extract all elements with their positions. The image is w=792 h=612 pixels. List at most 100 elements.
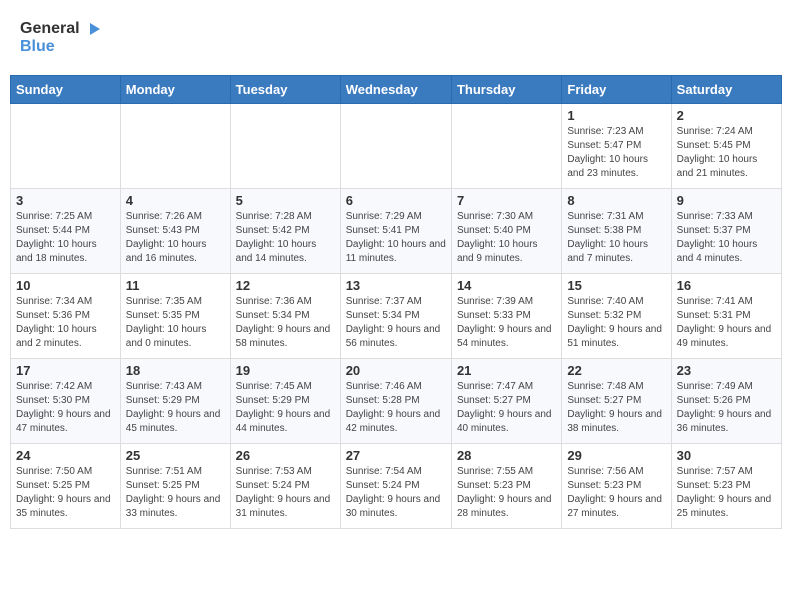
day-info: Sunrise: 7:43 AM Sunset: 5:29 PM Dayligh… [126,380,225,436]
day-info: Sunrise: 7:41 AM Sunset: 5:31 PM Dayligh… [677,295,776,351]
day-number: 28 [457,448,556,463]
calendar-cell: 25 Sunrise: 7:51 AM Sunset: 5:25 PM Dayli… [120,444,230,529]
day-number: 7 [457,193,556,208]
logo: GeneralBlue [20,15,100,60]
calendar-cell: 19 Sunrise: 7:45 AM Sunset: 5:29 PM Dayli… [230,359,340,444]
week-row-3: 10 Sunrise: 7:34 AM Sunset: 5:36 PM Dayli… [11,274,782,359]
day-info: Sunrise: 7:34 AM Sunset: 5:36 PM Dayligh… [16,295,115,351]
day-number: 27 [346,448,446,463]
day-number: 3 [16,193,115,208]
calendar-cell: 22 Sunrise: 7:48 AM Sunset: 5:27 PM Dayli… [562,359,671,444]
day-number: 6 [346,193,446,208]
day-number: 24 [16,448,115,463]
day-number: 22 [567,363,665,378]
day-number: 30 [677,448,776,463]
day-number: 26 [236,448,335,463]
weekday-header-sunday: Sunday [11,76,121,104]
day-number: 21 [457,363,556,378]
day-number: 12 [236,278,335,293]
calendar-cell: 24 Sunrise: 7:50 AM Sunset: 5:25 PM Dayli… [11,444,121,529]
calendar-cell [451,104,561,189]
day-info: Sunrise: 7:23 AM Sunset: 5:47 PM Dayligh… [567,125,665,181]
calendar-cell [120,104,230,189]
calendar-cell: 6 Sunrise: 7:29 AM Sunset: 5:41 PM Daylig… [340,189,451,274]
calendar-cell: 15 Sunrise: 7:40 AM Sunset: 5:32 PM Dayli… [562,274,671,359]
calendar-cell: 30 Sunrise: 7:57 AM Sunset: 5:23 PM Dayli… [671,444,781,529]
weekday-header-friday: Friday [562,76,671,104]
calendar-cell: 12 Sunrise: 7:36 AM Sunset: 5:34 PM Dayli… [230,274,340,359]
calendar-cell: 20 Sunrise: 7:46 AM Sunset: 5:28 PM Dayli… [340,359,451,444]
day-number: 19 [236,363,335,378]
svg-text:Blue: Blue [20,38,55,55]
day-info: Sunrise: 7:55 AM Sunset: 5:23 PM Dayligh… [457,465,556,521]
day-info: Sunrise: 7:39 AM Sunset: 5:33 PM Dayligh… [457,295,556,351]
page-header: GeneralBlue [10,10,782,65]
day-info: Sunrise: 7:51 AM Sunset: 5:25 PM Dayligh… [126,465,225,521]
day-number: 15 [567,278,665,293]
day-info: Sunrise: 7:28 AM Sunset: 5:42 PM Dayligh… [236,210,335,266]
weekday-header-monday: Monday [120,76,230,104]
day-number: 2 [677,108,776,123]
day-info: Sunrise: 7:50 AM Sunset: 5:25 PM Dayligh… [16,465,115,521]
day-info: Sunrise: 7:57 AM Sunset: 5:23 PM Dayligh… [677,465,776,521]
day-info: Sunrise: 7:31 AM Sunset: 5:38 PM Dayligh… [567,210,665,266]
week-row-4: 17 Sunrise: 7:42 AM Sunset: 5:30 PM Dayli… [11,359,782,444]
calendar-cell: 3 Sunrise: 7:25 AM Sunset: 5:44 PM Daylig… [11,189,121,274]
day-info: Sunrise: 7:45 AM Sunset: 5:29 PM Dayligh… [236,380,335,436]
calendar: SundayMondayTuesdayWednesdayThursdayFrid… [10,75,782,529]
day-info: Sunrise: 7:26 AM Sunset: 5:43 PM Dayligh… [126,210,225,266]
calendar-cell: 11 Sunrise: 7:35 AM Sunset: 5:35 PM Dayli… [120,274,230,359]
calendar-cell: 2Sunrise: 7:24 AM Sunset: 5:45 PM Daylig… [671,104,781,189]
weekday-header-wednesday: Wednesday [340,76,451,104]
calendar-cell: 26 Sunrise: 7:53 AM Sunset: 5:24 PM Dayli… [230,444,340,529]
day-number: 17 [16,363,115,378]
day-info: Sunrise: 7:53 AM Sunset: 5:24 PM Dayligh… [236,465,335,521]
day-info: Sunrise: 7:42 AM Sunset: 5:30 PM Dayligh… [16,380,115,436]
week-row-5: 24 Sunrise: 7:50 AM Sunset: 5:25 PM Dayli… [11,444,782,529]
calendar-cell [230,104,340,189]
weekday-header-thursday: Thursday [451,76,561,104]
week-row-1: 1Sunrise: 7:23 AM Sunset: 5:47 PM Daylig… [11,104,782,189]
day-info: Sunrise: 7:40 AM Sunset: 5:32 PM Dayligh… [567,295,665,351]
day-info: Sunrise: 7:25 AM Sunset: 5:44 PM Dayligh… [16,210,115,266]
weekday-header-row: SundayMondayTuesdayWednesdayThursdayFrid… [11,76,782,104]
day-info: Sunrise: 7:30 AM Sunset: 5:40 PM Dayligh… [457,210,556,266]
day-number: 8 [567,193,665,208]
calendar-cell: 18 Sunrise: 7:43 AM Sunset: 5:29 PM Dayli… [120,359,230,444]
calendar-cell: 5 Sunrise: 7:28 AM Sunset: 5:42 PM Daylig… [230,189,340,274]
calendar-cell: 13Sunrise: 7:37 AM Sunset: 5:34 PM Dayli… [340,274,451,359]
calendar-cell: 16 Sunrise: 7:41 AM Sunset: 5:31 PM Dayli… [671,274,781,359]
day-number: 16 [677,278,776,293]
weekday-header-saturday: Saturday [671,76,781,104]
day-info: Sunrise: 7:46 AM Sunset: 5:28 PM Dayligh… [346,380,446,436]
day-info: Sunrise: 7:49 AM Sunset: 5:26 PM Dayligh… [677,380,776,436]
day-number: 18 [126,363,225,378]
day-number: 10 [16,278,115,293]
calendar-cell: 8 Sunrise: 7:31 AM Sunset: 5:38 PM Daylig… [562,189,671,274]
day-info: Sunrise: 7:54 AM Sunset: 5:24 PM Dayligh… [346,465,446,521]
day-number: 5 [236,193,335,208]
calendar-cell: 27 Sunrise: 7:54 AM Sunset: 5:24 PM Dayli… [340,444,451,529]
day-info: Sunrise: 7:48 AM Sunset: 5:27 PM Dayligh… [567,380,665,436]
calendar-cell [340,104,451,189]
day-number: 13 [346,278,446,293]
calendar-cell: 28 Sunrise: 7:55 AM Sunset: 5:23 PM Dayli… [451,444,561,529]
day-number: 14 [457,278,556,293]
day-info: Sunrise: 7:29 AM Sunset: 5:41 PM Dayligh… [346,210,446,266]
day-number: 20 [346,363,446,378]
day-number: 25 [126,448,225,463]
day-number: 4 [126,193,225,208]
calendar-cell: 29Sunrise: 7:56 AM Sunset: 5:23 PM Dayli… [562,444,671,529]
calendar-cell: 4 Sunrise: 7:26 AM Sunset: 5:43 PM Daylig… [120,189,230,274]
calendar-cell: 9Sunrise: 7:33 AM Sunset: 5:37 PM Daylig… [671,189,781,274]
day-info: Sunrise: 7:33 AM Sunset: 5:37 PM Dayligh… [677,210,776,266]
calendar-cell: 1Sunrise: 7:23 AM Sunset: 5:47 PM Daylig… [562,104,671,189]
calendar-cell: 17 Sunrise: 7:42 AM Sunset: 5:30 PM Dayli… [11,359,121,444]
week-row-2: 3 Sunrise: 7:25 AM Sunset: 5:44 PM Daylig… [11,189,782,274]
day-number: 11 [126,278,225,293]
day-number: 29 [567,448,665,463]
calendar-cell: 10 Sunrise: 7:34 AM Sunset: 5:36 PM Dayli… [11,274,121,359]
weekday-header-tuesday: Tuesday [230,76,340,104]
day-info: Sunrise: 7:35 AM Sunset: 5:35 PM Dayligh… [126,295,225,351]
day-info: Sunrise: 7:36 AM Sunset: 5:34 PM Dayligh… [236,295,335,351]
